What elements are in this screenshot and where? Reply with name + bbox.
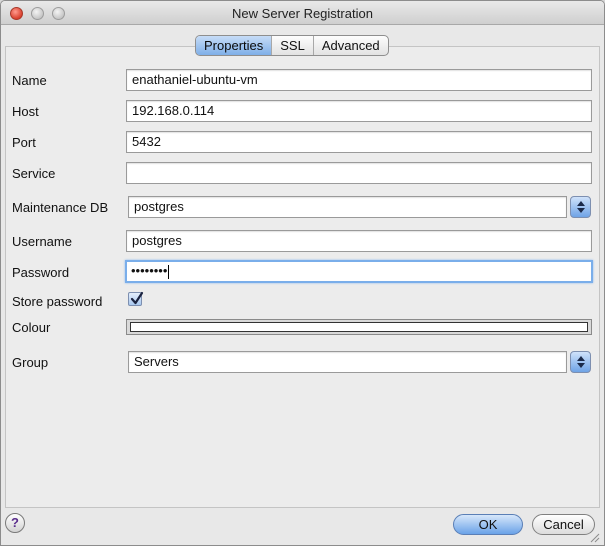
port-input[interactable]: 5432 [126, 131, 592, 153]
service-label: Service [12, 166, 56, 181]
resize-grip-icon[interactable] [588, 531, 600, 543]
colour-swatch [130, 322, 588, 332]
ok-button[interactable]: OK [453, 514, 523, 535]
colour-picker[interactable] [126, 319, 592, 335]
text-caret [168, 264, 170, 279]
maintenance-db-label: Maintenance DB [12, 200, 109, 215]
stepper-up-icon [576, 201, 585, 206]
store-password-checkbox[interactable] [128, 291, 144, 306]
password-input[interactable]: •••••••• [125, 260, 593, 283]
group-combo[interactable]: Servers [128, 351, 567, 373]
group-label: Group [12, 355, 49, 370]
tab-bar: Properties SSL Advanced [195, 35, 389, 56]
dialog-window: New Server Registration Properties SSL A… [0, 0, 605, 546]
password-label: Password [12, 265, 70, 280]
stepper-down-icon [576, 363, 585, 368]
stepper-up-icon [576, 356, 585, 361]
window-title: New Server Registration [232, 6, 373, 21]
tab-properties[interactable]: Properties [196, 36, 273, 55]
cancel-button[interactable]: Cancel [532, 514, 595, 535]
stepper-down-icon [576, 208, 585, 213]
store-password-label: Store password [12, 294, 103, 309]
password-mask: •••••••• [131, 263, 168, 278]
service-input[interactable] [126, 162, 592, 184]
tab-ssl[interactable]: SSL [272, 36, 314, 55]
username-label: Username [12, 234, 72, 249]
group-stepper[interactable] [570, 351, 591, 373]
colour-label: Colour [12, 320, 51, 335]
host-label: Host [12, 104, 39, 119]
background-strip-bottom [0, 546, 605, 558]
help-button[interactable]: ? [5, 513, 25, 533]
username-input[interactable]: postgres [126, 230, 592, 252]
port-label: Port [12, 135, 36, 150]
maintenance-db-stepper[interactable] [570, 196, 591, 218]
maintenance-db-combo[interactable]: postgres [128, 196, 567, 218]
host-input[interactable]: 192.168.0.114 [126, 100, 592, 122]
name-input[interactable]: enathaniel-ubuntu-vm [126, 69, 592, 91]
tab-advanced[interactable]: Advanced [314, 36, 388, 55]
title-bar[interactable]: New Server Registration [1, 1, 604, 25]
name-label: Name [12, 73, 47, 88]
checkmark-icon [130, 291, 144, 305]
